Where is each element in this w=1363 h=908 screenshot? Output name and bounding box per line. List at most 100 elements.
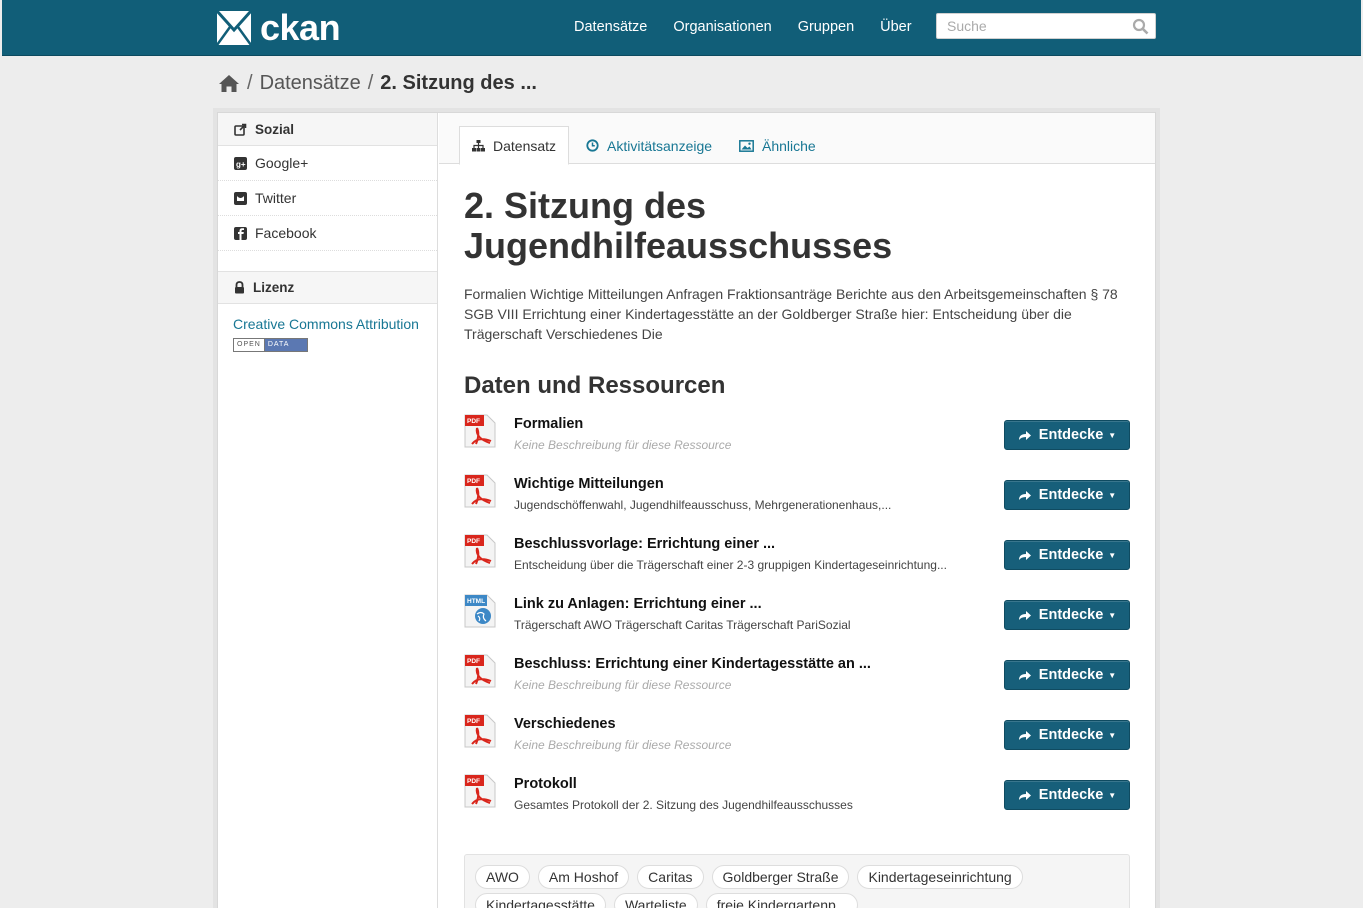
resource-title[interactable]: Beschluss: Errichtung einer Kindertagess… (514, 656, 871, 672)
resource-title[interactable]: Formalien (514, 416, 583, 432)
caret-down-icon: ▼ (1108, 610, 1117, 620)
tag[interactable]: Am Hoshof (537, 865, 630, 889)
nav-organizations[interactable]: Organisationen (673, 19, 771, 35)
breadcrumb: / Datensätze / 2. Sitzung des ... (218, 72, 537, 95)
dataset-content: 2. Sitzung des Jugendhilfeausschusses Fo… (464, 164, 1130, 908)
pdf-format-icon: PDF (464, 714, 496, 748)
explore-button[interactable]: Entdecke ▼ (1004, 540, 1130, 570)
explore-button[interactable]: Entdecke ▼ (1004, 660, 1130, 690)
pdf-format-icon: PDF (464, 774, 496, 808)
explore-button[interactable]: Entdecke ▼ (1004, 600, 1130, 630)
explore-button[interactable]: Entdecke ▼ (1004, 720, 1130, 750)
resource-title[interactable]: Verschiedenes (514, 716, 616, 732)
svg-text:PDF: PDF (467, 418, 480, 425)
share-arrow-icon (1018, 431, 1031, 440)
social-google-plus[interactable]: g+ Google+ (218, 146, 437, 181)
caret-down-icon: ▼ (1108, 730, 1117, 740)
ckan-logo[interactable]: ckan (216, 7, 341, 48)
logo-envelope-icon (216, 10, 252, 46)
sitemap-icon (472, 139, 485, 151)
tag[interactable]: Caritas (637, 865, 704, 889)
resource-item: PDF Protokoll Gesamtes Protokoll der 2. Si… (464, 774, 1130, 834)
license-heading: Lizenz (218, 271, 437, 304)
resource-item: HTML Link zu Anlagen: Errichtung einer ..… (464, 594, 1130, 654)
share-arrow-icon (1018, 611, 1031, 620)
share-arrow-icon (1018, 791, 1031, 800)
resource-title[interactable]: Wichtige Mitteilungen (514, 476, 664, 492)
resource-description: Gesamtes Protokoll der 2. Sitzung des Ju… (514, 798, 853, 812)
google-plus-icon: g+ (234, 156, 247, 170)
facebook-icon (234, 226, 247, 240)
resource-title[interactable]: Protokoll (514, 776, 577, 792)
resource-title[interactable]: Link zu Anlagen: Errichtung einer ... (514, 596, 762, 612)
social-twitter[interactable]: Twitter (218, 181, 437, 216)
resource-item: PDF Beschluss: Errichtung einer Kindertag… (464, 654, 1130, 714)
svg-text:PDF: PDF (467, 538, 480, 545)
logo-text: ckan (260, 7, 341, 48)
share-arrow-icon (1018, 731, 1031, 740)
resources-heading: Daten und Ressourcen (464, 372, 726, 399)
nav-about[interactable]: Über (880, 19, 911, 35)
resource-description: Trägerschaft AWO Trägerschaft Caritas Tr… (514, 618, 851, 632)
resource-item: PDF Wichtige Mitteilungen Jugendschöffenwa… (464, 474, 1130, 534)
home-icon[interactable] (218, 74, 240, 93)
caret-down-icon: ▼ (1108, 430, 1117, 440)
share-arrow-icon (1018, 551, 1031, 560)
search-icon[interactable] (1132, 18, 1149, 35)
share-arrow-icon (1018, 671, 1031, 680)
pdf-format-icon: PDF (464, 654, 496, 688)
pdf-format-icon: PDF (464, 474, 496, 508)
search-input[interactable] (947, 14, 1133, 38)
picture-icon (739, 139, 754, 152)
tag[interactable]: Warteliste (613, 893, 698, 908)
lock-icon (235, 281, 244, 294)
twitter-icon (234, 191, 247, 205)
caret-down-icon: ▼ (1108, 550, 1117, 560)
html-format-icon: HTML (464, 594, 496, 628)
svg-text:g+: g+ (236, 160, 246, 169)
license-link[interactable]: Creative Commons Attribution (218, 304, 437, 332)
breadcrumb-separator: / (367, 72, 374, 94)
pdf-format-icon: PDF (464, 414, 496, 448)
breadcrumb-separator: / (247, 72, 253, 94)
resource-item: PDF Beschlussvorlage: Errichtung einer ..… (464, 534, 1130, 594)
resource-list: PDF Formalien Keine Beschreibung für diese… (464, 414, 1130, 834)
resource-item: PDF Formalien Keine Beschreibung für diese… (464, 414, 1130, 474)
svg-text:PDF: PDF (467, 718, 480, 725)
primary-content: Datensatz Aktivitätsanzeige Ähnliche 2. … (439, 113, 1155, 908)
explore-button[interactable]: Entdecke ▼ (1004, 480, 1130, 510)
share-arrow-icon (1018, 491, 1031, 500)
share-icon (234, 123, 247, 136)
nav-datasets[interactable]: Datensätze (574, 19, 647, 35)
svg-text:HTML: HTML (467, 598, 485, 605)
tab-related[interactable]: Ähnliche (739, 126, 816, 165)
search-box (936, 13, 1156, 39)
svg-text:PDF: PDF (467, 658, 480, 665)
explore-button[interactable]: Entdecke ▼ (1004, 420, 1130, 450)
breadcrumb-datasets[interactable]: Datensätze (260, 72, 361, 95)
tag[interactable]: freie Kindergartenp... (705, 893, 859, 908)
tag[interactable]: Kindertageseinrichtung (857, 865, 1023, 889)
caret-down-icon: ▼ (1108, 790, 1117, 800)
tag[interactable]: Goldberger Straße (711, 865, 850, 889)
tag[interactable]: Kindertagesstätte (475, 893, 606, 908)
resource-description: Jugendschöffenwahl, Jugendhilfeausschuss… (514, 498, 892, 512)
masthead: ckan Datensätze Organisationen Gruppen Ü… (2, 0, 1361, 56)
open-data-badge[interactable]: OPEN DATA (233, 338, 309, 352)
clock-icon (586, 139, 599, 152)
tab-activity-stream[interactable]: Aktivitätsanzeige (586, 126, 712, 165)
tag-list: AWO Am Hoshof Caritas Goldberger Straße Kind… (464, 854, 1130, 908)
main-wrapper: Sozial g+ Google+ Twitter Facebook Lizen… (217, 112, 1156, 908)
social-facebook[interactable]: Facebook (218, 216, 437, 251)
tag[interactable]: AWO (475, 865, 530, 889)
nav-groups[interactable]: Gruppen (798, 19, 854, 35)
tab-dataset[interactable]: Datensatz (459, 126, 570, 165)
svg-text:PDF: PDF (467, 478, 480, 485)
breadcrumb-current[interactable]: 2. Sitzung des ... (380, 72, 537, 95)
dataset-title: 2. Sitzung des Jugendhilfeausschusses (464, 185, 893, 266)
dataset-notes: Formalien Wichtige Mitteilungen Anfragen… (464, 286, 1118, 342)
resource-title[interactable]: Beschlussvorlage: Errichtung einer ... (514, 536, 775, 552)
explore-button[interactable]: Entdecke ▼ (1004, 780, 1130, 810)
caret-down-icon: ▼ (1108, 670, 1117, 680)
svg-text:PDF: PDF (467, 778, 480, 785)
